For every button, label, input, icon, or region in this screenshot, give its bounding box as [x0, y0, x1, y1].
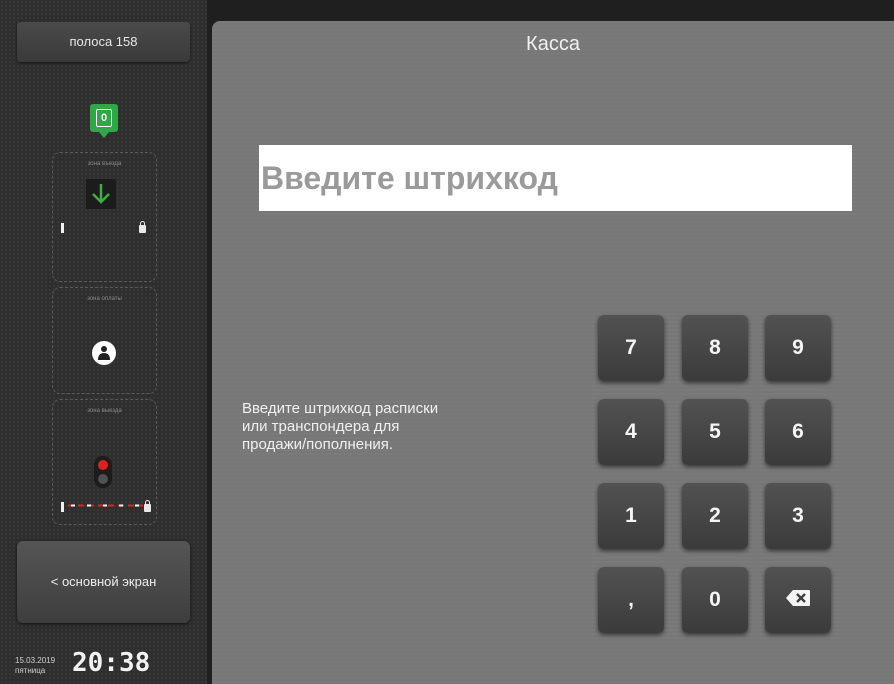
key-1[interactable]: 1	[598, 483, 664, 549]
datetime: 15.03.2019 пятница	[15, 656, 55, 676]
payment-zone-label: зона оплаты	[87, 296, 122, 302]
exit-zone: зона выезда	[52, 399, 157, 525]
key-9[interactable]: 9	[765, 315, 831, 381]
instruction-line: или транспондера для	[242, 418, 400, 435]
sidebar: полоса 158 0 зона въезда зона оплаты зон…	[0, 0, 207, 684]
key-8[interactable]: 8	[682, 315, 748, 381]
barrier-post-icon	[61, 502, 64, 512]
weekday-text: пятница	[15, 666, 46, 675]
traffic-light-icon	[94, 456, 112, 488]
main-screen-button[interactable]: < основной экран	[17, 541, 190, 623]
instruction-line: Введите штрихкод расписки	[242, 400, 439, 417]
key-2[interactable]: 2	[682, 483, 748, 549]
barcode-input[interactable]	[259, 145, 852, 211]
backspace-icon	[786, 590, 810, 607]
payment-zone: зона оплаты	[52, 287, 157, 394]
cashier-panel: Касса Введите штрихкод расписки или тран…	[212, 21, 894, 684]
date-text: 15.03.2019	[15, 656, 56, 665]
entry-zone: зона въезда	[52, 152, 157, 282]
instruction-text: Введите штрихкод расписки или транспонде…	[242, 400, 562, 454]
green-light-off	[98, 474, 108, 484]
barrier-post-icon	[61, 223, 64, 233]
entry-zone-label: зона въезда	[87, 161, 122, 167]
red-light	[98, 460, 108, 470]
instruction-line: продажи/пополнения.	[242, 436, 394, 453]
lane-button[interactable]: полоса 158	[17, 22, 190, 62]
lock-icon	[139, 221, 146, 233]
key-4[interactable]: 4	[598, 399, 664, 465]
key-6[interactable]: 6	[765, 399, 831, 465]
key-comma[interactable]: ,	[598, 567, 664, 633]
lock-icon	[144, 500, 151, 512]
backspace-button[interactable]	[765, 567, 831, 633]
vehicle-counter-badge: 0	[90, 104, 118, 138]
down-arrow-icon	[86, 179, 116, 209]
person-icon	[92, 341, 116, 365]
barrier-icon	[68, 504, 143, 507]
clock: 20:38	[72, 648, 151, 678]
counter-value: 0	[96, 109, 112, 127]
page-title: Касса	[526, 33, 580, 55]
key-7[interactable]: 7	[598, 315, 664, 381]
key-5[interactable]: 5	[682, 399, 748, 465]
exit-zone-label: зона выезда	[87, 408, 122, 414]
key-0[interactable]: 0	[682, 567, 748, 633]
key-3[interactable]: 3	[765, 483, 831, 549]
